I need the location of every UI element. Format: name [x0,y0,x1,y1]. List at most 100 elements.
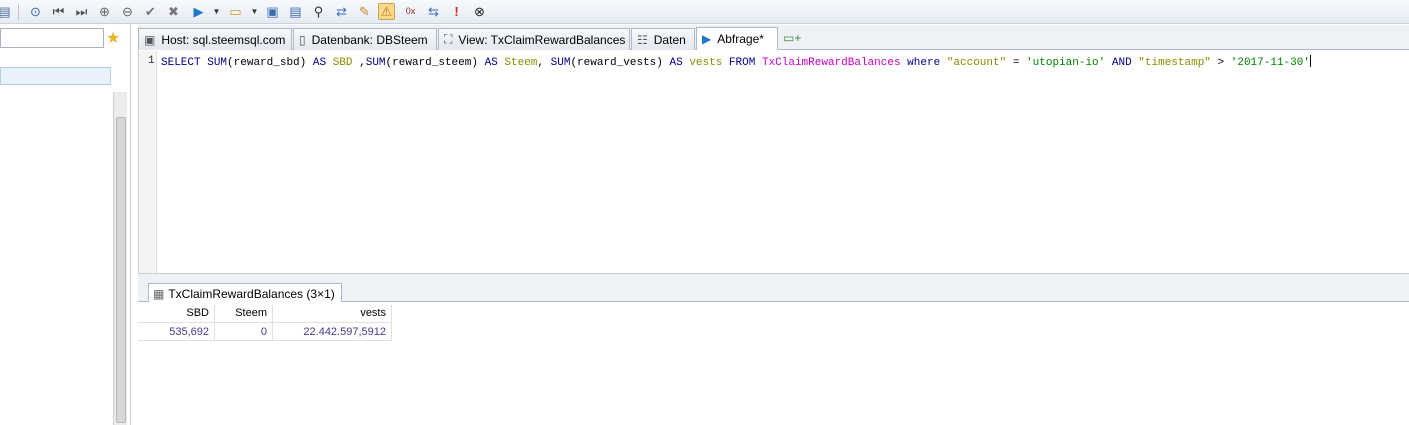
sql-token: AS [312,57,327,69]
sql-token: where [907,57,941,69]
load-icon[interactable]: ▤ [287,3,304,20]
sql-token: '2017-11-30' [1230,57,1310,69]
cell-steem[interactable]: 0 [215,323,273,341]
result-tab[interactable]: ▦ TxClaimRewardBalances (3×1) [148,283,342,303]
sql-token: 'utopian-io' [1026,57,1106,69]
sql-token: AS [484,57,498,69]
last-record-icon[interactable]: ⏭ [73,3,90,20]
sql-token: TxClaimRewardBalances [761,57,901,69]
tab-host[interactable]: ▣ Host: sql.steemsql.com [138,28,292,50]
database-tree-panel: ★ [0,24,131,425]
sql-token: SELECT [161,57,201,69]
column-header-steem[interactable]: Steem [215,305,273,323]
sql-editor[interactable]: 1 SELECT SUM(reward_sbd) AS SBD ,SUM(rew… [138,51,1409,273]
sql-dropdown-icon[interactable]: ▼ [246,3,263,20]
replace-icon[interactable]: ⇄ [333,3,350,20]
tab-database[interactable]: ▯ Datenbank: DBSteem [293,28,437,50]
wrap-icon[interactable]: ⇆ [425,3,442,20]
result-tab-label: TxClaimRewardBalances (3×1) [168,286,335,301]
table-icon: ☷ [637,32,648,47]
db-icon[interactable]: ▤ [0,3,13,20]
run-icon[interactable]: ▶ [190,3,207,20]
result-grid: SBD Steem vests 535,692 0 22.442.597,591… [138,302,1409,425]
hex-icon[interactable]: 0x [402,3,419,20]
sql-token: reward_steem [392,57,472,69]
sql-token: SUM [207,57,228,69]
tab-view[interactable]: ⛶ View: TxClaimRewardBalances [438,28,630,50]
first-record-icon[interactable]: ⏮ [50,3,67,20]
cell-sbd[interactable]: 535,692 [138,323,215,341]
column-header-vests[interactable]: vests [273,305,392,323]
tree-filter-input[interactable] [0,28,104,48]
remove-record-icon[interactable]: ⊖ [119,3,136,20]
tab-query[interactable]: ▶ Abfrage* [696,27,778,50]
sql-query-text[interactable]: SELECT SUM(reward_sbd) AS SBD ,SUM(rewar… [161,55,1311,70]
host-icon: ▣ [144,32,156,47]
tab-label: Abfrage* [717,32,764,46]
sql-token: SUM [550,57,571,69]
add-query-tab-icon[interactable]: ▭+ [783,31,801,45]
editor-result-splitter[interactable] [138,273,1409,281]
main-tab-bar: ▣ Host: sql.steemsql.com ▯ Datenbank: DBSt… [138,25,1409,50]
sql-token: reward_sbd [233,57,300,69]
sql-token: ) [656,57,663,69]
reconnect-icon[interactable]: ⊙ [27,3,44,20]
main-toolbar: ▤ ⊙ ⏮ ⏭ ⊕ ⊖ ✔ ✖ ▶ ▼ ▭ ▼ ▣ ▤ ⚲ ⇄ ✎ ⚠ 0x ⇆… [0,0,1409,24]
sql-query-tokens: SELECT SUM(reward_sbd) AS SBD ,SUM(rewar… [161,57,1310,69]
sql-token: AND [1111,57,1132,69]
sql-token: "account" [946,57,1007,69]
stop-icon[interactable]: ! [448,3,465,20]
sql-token: ) [471,57,478,69]
tab-label: Datenbank: DBSteem [311,32,428,47]
sql-token: vests [689,57,723,69]
sql-token: Steem [504,57,538,69]
add-record-icon[interactable]: ⊕ [96,3,113,20]
tab-label: Daten [653,32,686,47]
close-circle-icon[interactable]: ⊗ [471,3,488,20]
toolbar-separator [18,4,19,20]
tab-label: Host: sql.steemsql.com [161,32,286,47]
sql-token: SUM [365,57,386,69]
run-dropdown-icon[interactable]: ▼ [208,3,225,20]
tab-data[interactable]: ☷ Daten [631,28,695,50]
sql-token: FROM [728,57,756,69]
column-header-sbd[interactable]: SBD [138,305,215,323]
sql-token: reward_vests [577,57,657,69]
apply-icon[interactable]: ✔ [142,3,159,20]
text-caret [1309,55,1311,67]
grid-icon: ▦ [153,286,165,301]
sql-token: SBD [332,57,353,69]
sql-token: AS [669,57,683,69]
sql-help-icon[interactable]: ▭ [227,3,244,20]
sql-token: ( [227,57,234,69]
sql-token: "timestamp" [1138,57,1211,69]
edit-icon[interactable]: ✎ [356,3,373,20]
line-gutter: 1 [139,51,157,273]
tab-label: View: TxClaimRewardBalances [458,32,626,47]
save-icon[interactable]: ▣ [264,3,281,20]
play-icon: ▶ [702,32,712,46]
warning-icon[interactable]: ⚠ [378,3,395,20]
binoculars-icon[interactable]: ⚲ [310,3,327,20]
line-number: 1 [148,55,155,67]
tree-selected-item[interactable] [0,67,111,85]
result-tab-bar: ▦ TxClaimRewardBalances (3×1) [138,281,1409,303]
database-icon: ▯ [299,32,306,47]
favorites-star-icon[interactable]: ★ [106,28,120,48]
view-icon: ⛶ [444,32,453,46]
tree-scrollbar-thumb[interactable] [116,117,126,423]
cell-vests[interactable]: 22.442.597,5912 [273,323,392,341]
cancel-icon[interactable]: ✖ [165,3,182,20]
sql-token: , [359,57,366,69]
